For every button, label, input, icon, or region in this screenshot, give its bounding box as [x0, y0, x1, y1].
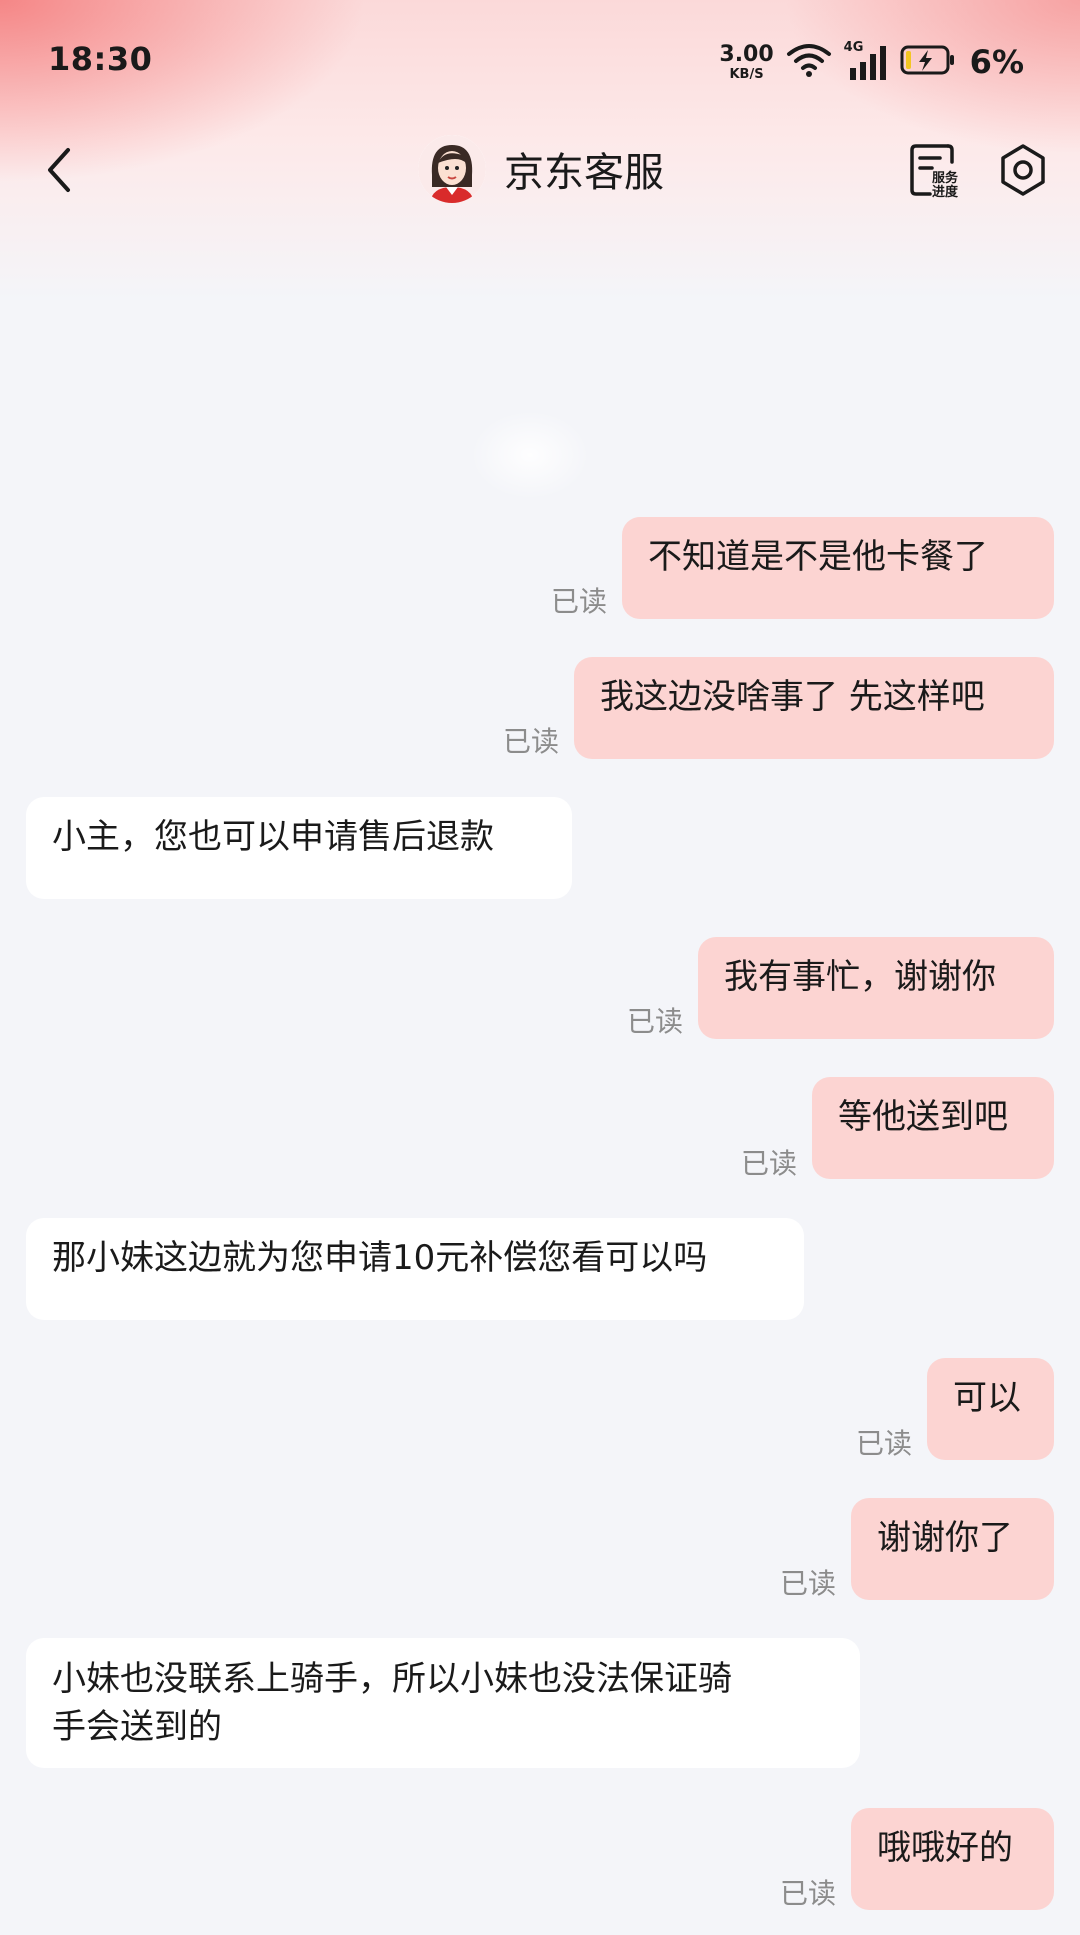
- read-status: 已读: [551, 585, 608, 618]
- back-button[interactable]: [36, 140, 96, 200]
- chat-header: 京东客服 服务 进度: [0, 120, 1080, 220]
- status-icons: 3.00 KB/S 4G 6%: [719, 38, 1024, 86]
- chevron-left-icon: [48, 148, 70, 192]
- battery-icon: [900, 44, 956, 80]
- message-line: 小妹也没联系上骑手，所以小妹也没法保证骑: [52, 1659, 732, 1699]
- battery-percentage: 6%: [969, 43, 1024, 81]
- network-speed-unit: KB/S: [729, 66, 764, 82]
- network-speed: 3.00 KB/S: [719, 41, 774, 82]
- incoming-message[interactable]: 那小妹这边就为您申请10元补偿您看可以吗: [26, 1218, 804, 1320]
- clock: 18:30: [48, 40, 153, 78]
- cellular-signal-icon: 4G: [844, 40, 888, 82]
- service-progress-label-1: 服务: [932, 170, 959, 186]
- message-line: 手会送到的: [52, 1707, 222, 1747]
- outgoing-message[interactable]: 谢谢你了: [851, 1498, 1054, 1600]
- network-speed-value: 3.00: [719, 41, 774, 67]
- service-progress-icon: 服务 进度: [910, 144, 959, 200]
- outgoing-message[interactable]: 等他送到吧: [812, 1077, 1054, 1179]
- outgoing-message[interactable]: 可以: [927, 1358, 1054, 1460]
- read-status: 已读: [503, 725, 560, 758]
- read-status: 已读: [780, 1567, 837, 1600]
- settings-button[interactable]: [996, 140, 1050, 200]
- outgoing-message[interactable]: 不知道是不是他卡餐了: [622, 517, 1054, 619]
- outgoing-message[interactable]: 我这边没啥事了 先这样吧: [574, 657, 1054, 759]
- agent-avatar: [418, 135, 486, 203]
- chat-title-group[interactable]: 京东客服: [418, 134, 664, 204]
- outgoing-message[interactable]: 我有事忙，谢谢你: [698, 937, 1054, 1039]
- faint-watermark: [470, 410, 590, 500]
- status-bar: 18:30 3.00 KB/S 4G 6%: [0, 0, 1080, 120]
- read-status: 已读: [741, 1147, 798, 1180]
- wifi-icon: [786, 42, 832, 82]
- service-progress-button[interactable]: 服务 进度: [908, 140, 968, 200]
- hexagon-settings-icon: [1001, 144, 1045, 196]
- chat-title: 京东客服: [504, 150, 664, 196]
- read-status: 已读: [856, 1427, 913, 1460]
- service-progress-label-2: 进度: [932, 184, 959, 200]
- read-status: 已读: [780, 1877, 837, 1910]
- incoming-message[interactable]: 小妹也没联系上骑手，所以小妹也没法保证骑 手会送到的: [26, 1638, 860, 1768]
- incoming-message[interactable]: 小主，您也可以申请售后退款: [26, 797, 572, 899]
- read-status: 已读: [627, 1005, 684, 1038]
- outgoing-message[interactable]: 哦哦好的: [851, 1808, 1054, 1910]
